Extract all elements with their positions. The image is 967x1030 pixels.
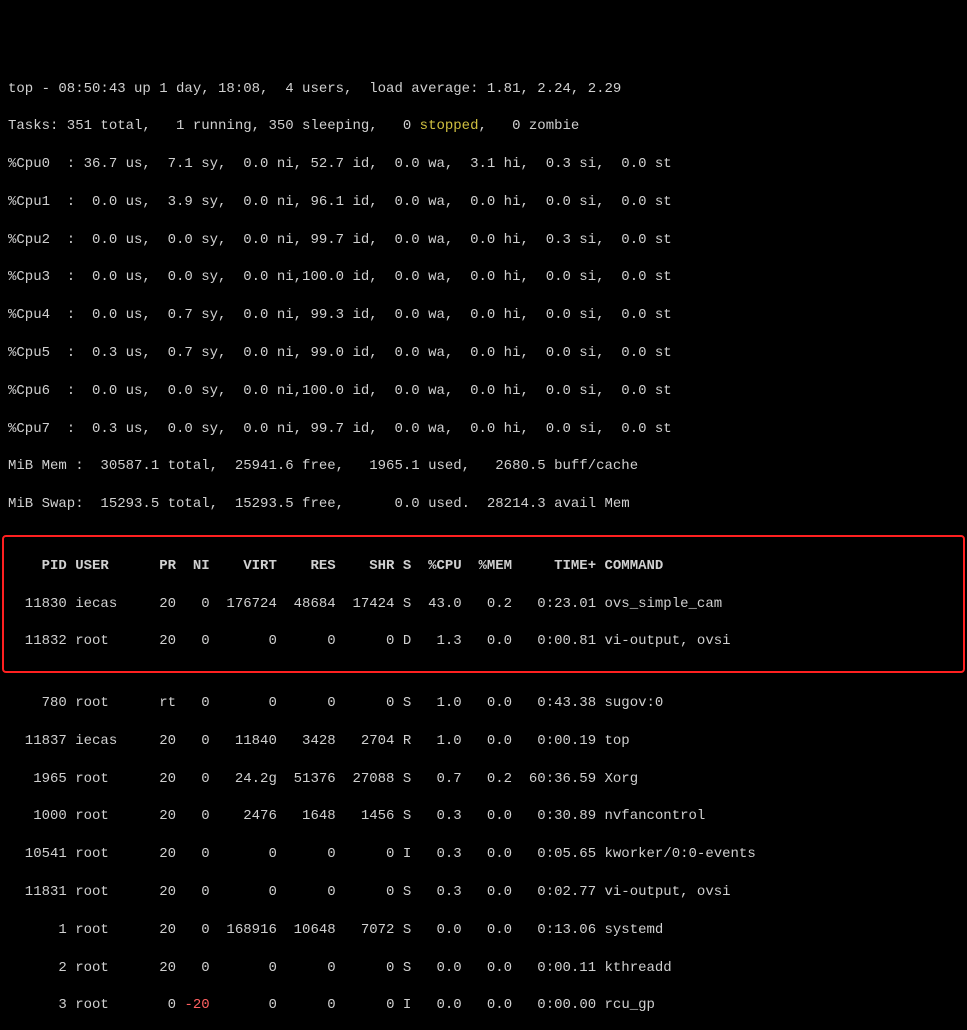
row-ni-neg: -20 — [184, 997, 209, 1013]
table-row: 11832 root 20 0 0 0 0 D 1.3 0.0 0:00.81 … — [8, 632, 959, 651]
summary-cpu3: %Cpu3 : 0.0 us, 0.0 sy, 0.0 ni,100.0 id,… — [8, 268, 959, 287]
table-row: 1000 root 20 0 2476 1648 1456 S 0.3 0.0 … — [8, 807, 959, 826]
summary-cpu5: %Cpu5 : 0.3 us, 0.7 sy, 0.0 ni, 99.0 id,… — [8, 344, 959, 363]
tasks-stopped: stopped — [420, 118, 479, 134]
table-row: 11831 root 20 0 0 0 0 S 0.3 0.0 0:02.77 … — [8, 883, 959, 902]
summary-cpu7: %Cpu7 : 0.3 us, 0.0 sy, 0.0 ni, 99.7 id,… — [8, 420, 959, 439]
highlight-box: PID USER PR NI VIRT RES SHR S %CPU %MEM … — [2, 535, 965, 673]
table-row: 3 root 0 -20 0 0 0 I 0.0 0.0 0:00.00 rcu… — [8, 996, 959, 1015]
summary-cpu6: %Cpu6 : 0.0 us, 0.0 sy, 0.0 ni,100.0 id,… — [8, 382, 959, 401]
tasks-suffix: , 0 zombie — [478, 118, 579, 134]
table-row: 2 root 20 0 0 0 0 S 0.0 0.0 0:00.11 kthr… — [8, 959, 959, 978]
table-row: 10541 root 20 0 0 0 0 I 0.3 0.0 0:05.65 … — [8, 845, 959, 864]
summary-cpu1: %Cpu1 : 0.0 us, 3.9 sy, 0.0 ni, 96.1 id,… — [8, 193, 959, 212]
table-row: 11830 iecas 20 0 176724 48684 17424 S 43… — [8, 595, 959, 614]
summary-uptime: top - 08:50:43 up 1 day, 18:08, 4 users,… — [8, 80, 959, 99]
table-row: 1 root 20 0 168916 10648 7072 S 0.0 0.0 … — [8, 921, 959, 940]
summary-mem: MiB Mem : 30587.1 total, 25941.6 free, 1… — [8, 457, 959, 476]
summary-cpu2: %Cpu2 : 0.0 us, 0.0 sy, 0.0 ni, 99.7 id,… — [8, 231, 959, 250]
row-part: 3 root 0 — [8, 997, 184, 1013]
summary-tasks: Tasks: 351 total, 1 running, 350 sleepin… — [8, 117, 959, 136]
summary-cpu0: %Cpu0 : 36.7 us, 7.1 sy, 0.0 ni, 52.7 id… — [8, 155, 959, 174]
table-row: 11837 iecas 20 0 11840 3428 2704 R 1.0 0… — [8, 732, 959, 751]
summary-cpu4: %Cpu4 : 0.0 us, 0.7 sy, 0.0 ni, 99.3 id,… — [8, 306, 959, 325]
table-row: 1965 root 20 0 24.2g 51376 27088 S 0.7 0… — [8, 770, 959, 789]
process-table-header: PID USER PR NI VIRT RES SHR S %CPU %MEM … — [8, 557, 959, 576]
summary-swap: MiB Swap: 15293.5 total, 15293.5 free, 0… — [8, 495, 959, 514]
table-row: 780 root rt 0 0 0 0 S 1.0 0.0 0:43.38 su… — [8, 694, 959, 713]
tasks-prefix: Tasks: 351 total, 1 running, 350 sleepin… — [8, 118, 420, 134]
row-part: 0 0 0 I 0.0 0.0 0:00.00 rcu_gp — [210, 997, 655, 1013]
